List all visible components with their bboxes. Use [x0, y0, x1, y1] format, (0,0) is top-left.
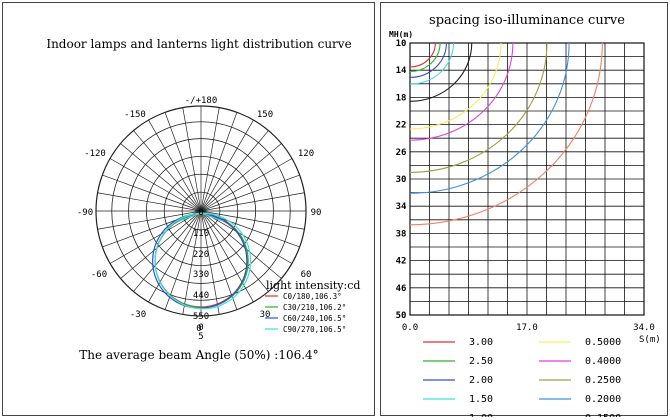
iso-x-tick: 34.0	[633, 323, 655, 333]
polar-angle-label: -/+180	[185, 96, 218, 106]
polar-radial-label: 330	[193, 270, 209, 280]
iso-legend-label: 2.00	[469, 375, 493, 386]
polar-radial-label: 5	[198, 332, 203, 342]
polar-chart: Indoor lamps and lanterns light distribu…	[46, 37, 360, 362]
iso-curve	[410, 43, 548, 173]
polar-angle-label: 90	[311, 208, 322, 218]
iso-y-tick: 30	[396, 175, 407, 185]
iso-title: spacing iso-illuminance curve	[429, 13, 625, 28]
iso-y-tick: 22	[396, 121, 407, 131]
polar-angle-label: -150	[124, 110, 146, 120]
beam-angle-text: The average beam Angle (50%) :106.4°	[79, 348, 318, 362]
iso-legend-label: 0.4000	[585, 356, 621, 367]
iso-x-tick: 0.0	[402, 323, 418, 333]
iso-y-tick: 38	[396, 229, 407, 239]
iso-curve	[410, 43, 455, 85]
polar-angle-label: -120	[84, 149, 106, 159]
iso-legend-label: 2.50	[469, 356, 493, 367]
iso-x-tick: 17.0	[516, 323, 538, 333]
polar-radial-label: 220	[193, 250, 209, 260]
iso-y-ticks: 10 14 18 22 26 30 34 38 42 46 50	[396, 39, 407, 321]
polar-angle-label: 150	[257, 110, 273, 120]
polar-legend-label: C90/270,106.5°	[283, 325, 346, 334]
iso-x-ticks: 0.0 17.0 34.0	[402, 323, 655, 333]
iso-xlabel: S(m)	[639, 335, 661, 345]
polar-radial-label: 0	[198, 208, 203, 218]
iso-y-tick: 14	[396, 66, 407, 76]
iso-legend-label: 1.00	[469, 413, 493, 417]
iso-curve	[410, 43, 502, 130]
iso-legend-label: 0.2500	[585, 375, 621, 386]
polar-angle-label: -90	[77, 208, 93, 218]
polar-legend-title: light intensity:cd	[266, 279, 360, 292]
polar-legend-label: C30/210,106.2°	[283, 303, 346, 312]
iso-grid	[409, 42, 645, 316]
polar-title: Indoor lamps and lanterns light distribu…	[46, 37, 351, 51]
iso-y-tick: 26	[396, 148, 407, 158]
polar-legend-label: C0/180,106.3°	[283, 292, 342, 301]
polar-legend-label: C60/240,106.5°	[283, 314, 346, 323]
iso-y-tick: 18	[396, 93, 407, 103]
polar-radial-label: 110	[193, 229, 209, 239]
iso-legend-label: 0.5000	[585, 337, 621, 348]
iso-ylabel: MH(m)	[389, 30, 413, 39]
iso-y-tick: 34	[396, 202, 407, 212]
iso-curve	[410, 43, 514, 141]
polar-radial-label: 550	[193, 312, 209, 322]
polar-panel: Indoor lamps and lanterns light distribu…	[2, 2, 375, 416]
iso-legend-label: 0.2000	[585, 394, 621, 405]
polar-angle-label: -60	[91, 270, 107, 280]
iso-y-tick: 50	[396, 311, 407, 321]
polar-angle-label: 120	[298, 149, 314, 159]
iso-panel: spacing iso-illuminance curve MH(m) 10 14…	[380, 2, 668, 417]
iso-legend-label: 1.50	[469, 394, 493, 405]
polar-angle-label: -30	[130, 310, 146, 320]
iso-y-tick: 42	[396, 257, 407, 267]
iso-legend-label: 0.1500	[585, 413, 621, 417]
iso-y-tick: 10	[396, 39, 407, 49]
iso-chart: spacing iso-illuminance curve MH(m) 10 14…	[389, 13, 661, 417]
iso-y-tick: 46	[396, 284, 407, 294]
iso-legend-label: 3.00	[469, 337, 493, 348]
polar-radial-label: 440	[193, 291, 209, 301]
iso-legend: 3.00 2.50 2.00 1.50 1.00 0.5000 0.4000 0.2500 0.…	[423, 337, 621, 417]
polar-legend: C0/180,106.3° C30/210,106.2° C60/240,106.5…	[265, 292, 346, 334]
polar-radial-labels: 011022033044055005	[193, 208, 209, 342]
